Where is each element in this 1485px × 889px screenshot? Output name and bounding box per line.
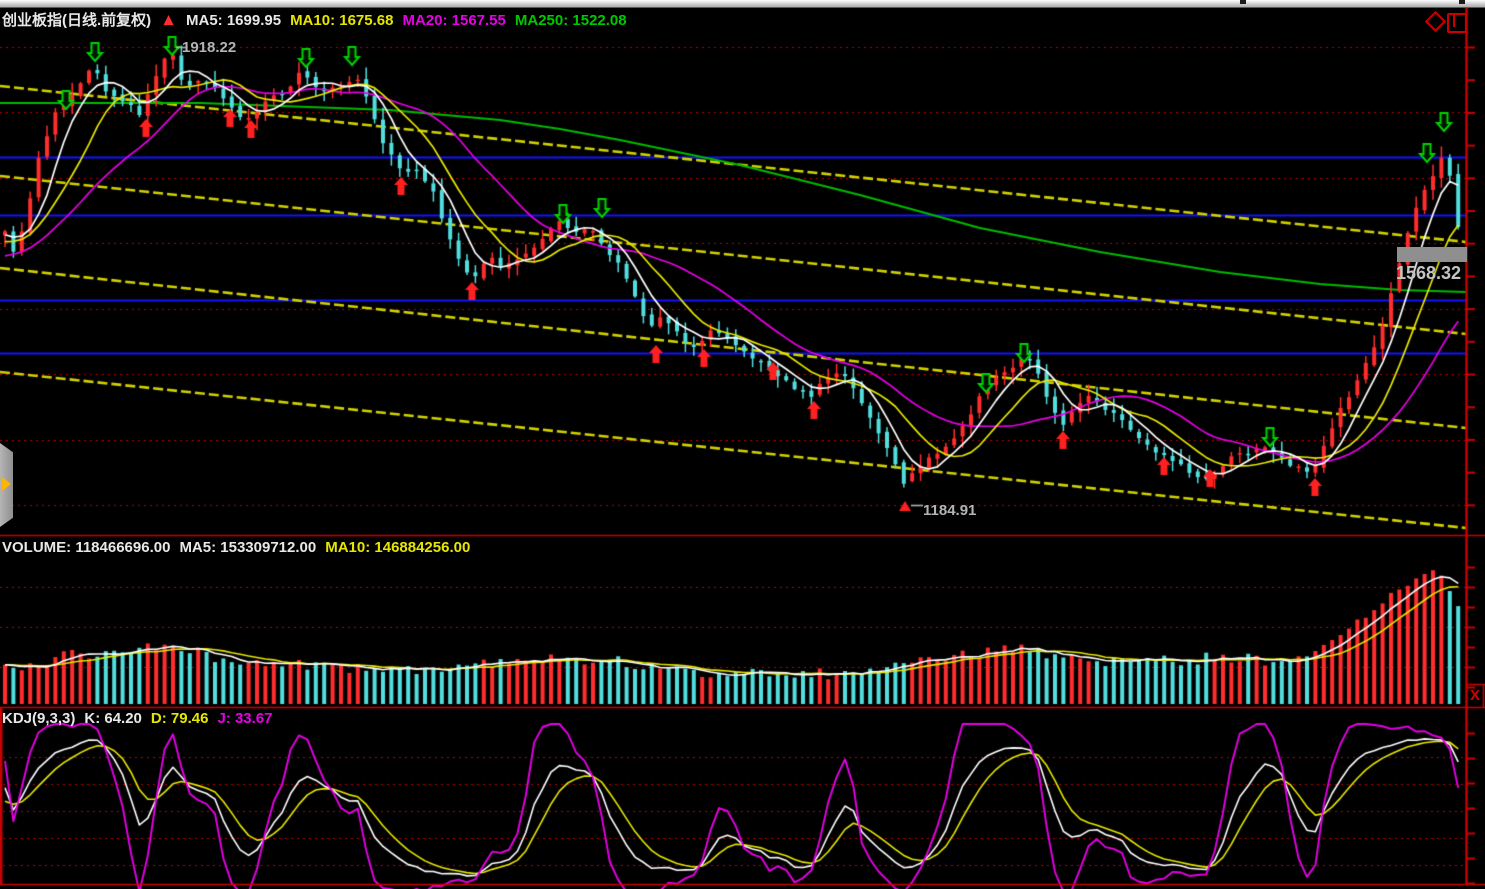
volume-value: VOLUME: 118466696.00 xyxy=(2,539,170,556)
ma20-value: MA20: 1567.55 xyxy=(402,12,505,29)
stock-chart-window: 创业板指(日线.前复权) ▲ MA5: 1699.95 MA10: 1675.68 MA… xyxy=(0,0,1485,889)
high-price-label: 1918.22 xyxy=(182,39,236,56)
volume-ma5-value: MA5: 153309712.00 xyxy=(179,539,316,556)
sidebar-expand-tab[interactable] xyxy=(0,443,13,527)
expand-arrow-icon xyxy=(2,477,11,491)
kdj-pane-header: KDJ(9,3,3) K: 64.20 D: 79.46 J: 33.67 xyxy=(2,710,282,727)
ma10-value: MA10: 1675.68 xyxy=(290,12,393,29)
pane-close-icon[interactable]: X xyxy=(1470,687,1480,704)
kdj-d-value: D: 79.46 xyxy=(151,710,209,727)
last-price-label: 1568.32 xyxy=(1396,263,1461,284)
volume-ma10-value: MA10: 146884256.00 xyxy=(325,539,470,556)
strip-notch xyxy=(1459,0,1465,4)
symbol-title: 创业板指(日线.前复权) xyxy=(2,12,151,29)
up-arrow-icon: ▲ xyxy=(160,10,177,29)
low-price-label: 1184.91 xyxy=(923,502,976,519)
diamond-icon[interactable] xyxy=(1427,13,1444,30)
chart-canvas[interactable] xyxy=(0,0,1485,889)
ma5-value: MA5: 1699.95 xyxy=(186,12,281,29)
split-window-icon[interactable] xyxy=(1447,13,1467,33)
volume-pane-header: VOLUME: 118466696.00 MA5: 153309712.00 MA1… xyxy=(2,539,479,556)
ma250-value: MA250: 1522.08 xyxy=(515,12,627,29)
strip-notch xyxy=(1240,0,1246,4)
kdj-k-value: K: 64.20 xyxy=(84,710,142,727)
price-tag-box xyxy=(1397,247,1467,262)
kdj-j-value: J: 33.67 xyxy=(217,710,272,727)
kdj-title: KDJ(9,3,3) xyxy=(2,710,75,727)
main-pane-header: 创业板指(日线.前复权) ▲ MA5: 1699.95 MA10: 1675.68 MA… xyxy=(2,9,636,30)
window-top-strip xyxy=(0,0,1485,8)
